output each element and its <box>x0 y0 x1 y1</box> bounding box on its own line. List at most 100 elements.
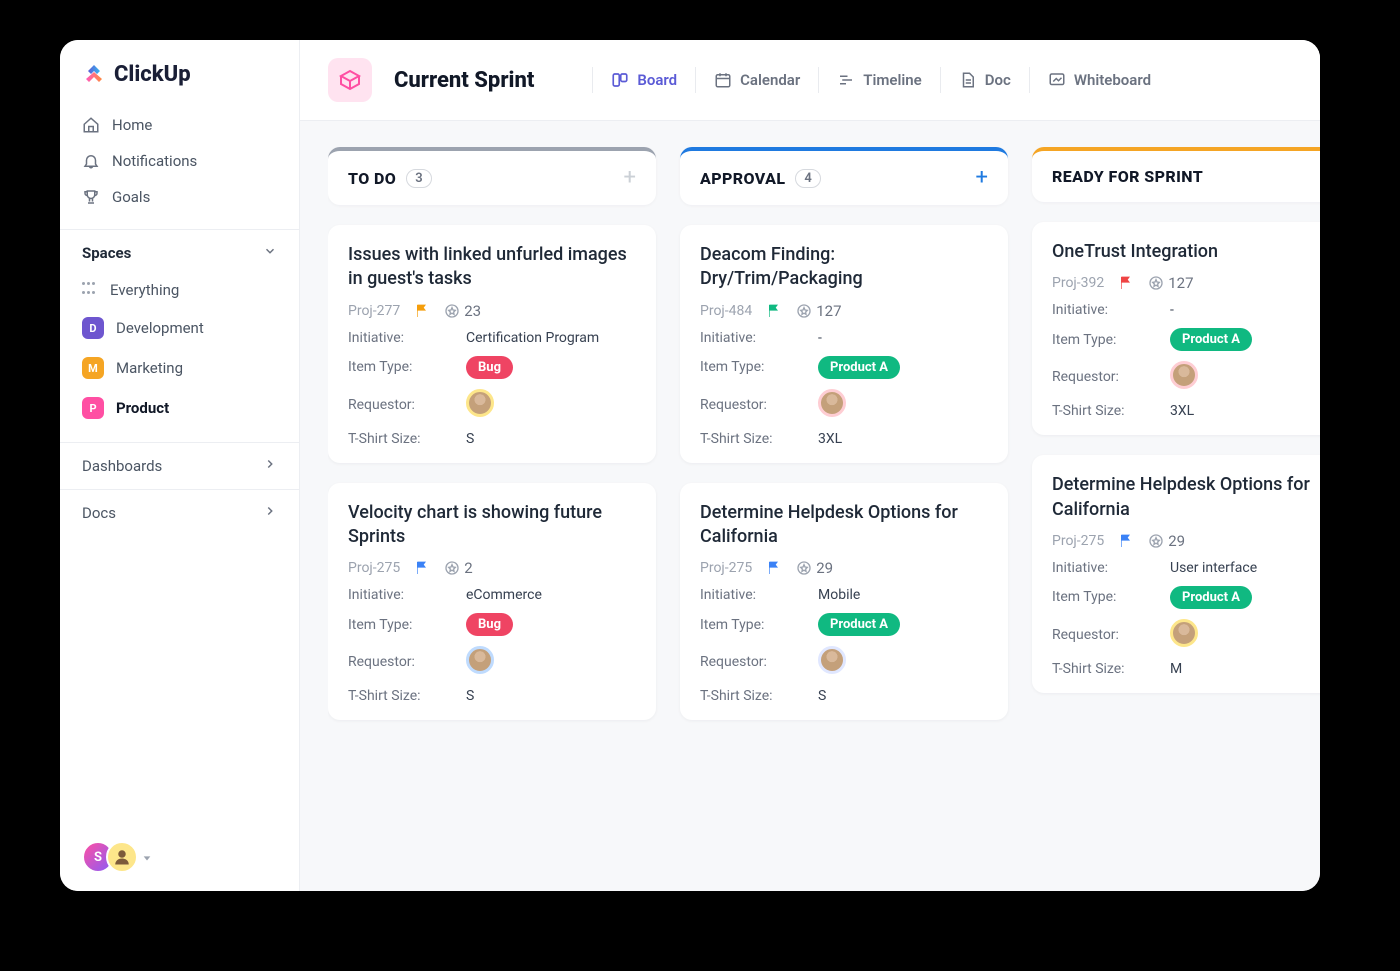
card-title: Deacom Finding: Dry/Trim/Packaging <box>700 243 988 292</box>
nav-label: Notifications <box>112 152 197 170</box>
spaces-list: Everything D DevelopmentM MarketingP Pro… <box>60 268 299 442</box>
view-tabs: Board Calendar Timeline Doc Whiteboard <box>580 65 1157 95</box>
field-label: Requestor: <box>700 397 800 413</box>
spaces-heading-label: Spaces <box>82 244 131 262</box>
initiative-value: User interface <box>1170 560 1257 576</box>
score: 29 <box>796 559 833 577</box>
divider <box>592 67 593 93</box>
field-label: T-Shirt Size: <box>1052 403 1152 419</box>
item-type-tag: Product A <box>1170 586 1252 609</box>
space-item[interactable]: P Product <box>70 388 289 428</box>
add-card-button[interactable]: + <box>976 167 988 189</box>
tshirt-value: S <box>818 688 826 704</box>
section-dashboards[interactable]: Dashboards <box>60 442 299 489</box>
column: TO DO3 + Issues with linked unfurled imag… <box>328 147 656 891</box>
task-card[interactable]: Deacom Finding: Dry/Trim/Packaging Proj-… <box>680 225 1008 463</box>
flag-icon <box>766 560 782 576</box>
spaces-heading[interactable]: Spaces <box>60 229 299 268</box>
view-label: Calendar <box>740 71 800 89</box>
sidebar-footer: S <box>60 823 299 891</box>
score: 23 <box>444 302 481 320</box>
space-label: Marketing <box>116 359 183 377</box>
tshirt-value: M <box>1170 661 1182 677</box>
card-title: Determine Helpdesk Options for Californi… <box>700 501 988 550</box>
column-title: TO DO3 <box>348 169 432 188</box>
flag-icon <box>414 303 430 319</box>
flag-icon <box>1118 275 1134 291</box>
divider <box>940 67 941 93</box>
space-label: Development <box>116 319 204 337</box>
chevron-right-icon <box>263 504 277 522</box>
project-id: Proj-275 <box>348 560 400 576</box>
nav-item-home[interactable]: Home <box>70 107 289 143</box>
initiative-value: Mobile <box>818 587 860 603</box>
column: READY FOR SPRINT OneTrust Integration Pr… <box>1032 147 1320 891</box>
space-label: Product <box>116 399 169 417</box>
nav-item-trophy[interactable]: Goals <box>70 179 289 215</box>
field-label: Item Type: <box>700 359 800 375</box>
doc-icon <box>959 71 977 89</box>
field-label: T-Shirt Size: <box>700 688 800 704</box>
timeline-icon <box>837 71 855 89</box>
task-card[interactable]: OneTrust Integration Proj-392 127 Initia… <box>1032 222 1320 435</box>
page-title: Current Sprint <box>394 68 534 93</box>
whiteboard-icon <box>1048 71 1066 89</box>
item-type-tag: Product A <box>818 613 900 636</box>
view-tab-calendar[interactable]: Calendar <box>708 65 806 95</box>
task-card[interactable]: Velocity chart is showing future Sprints… <box>328 483 656 721</box>
star-icon <box>1148 275 1164 291</box>
divider <box>695 67 696 93</box>
task-card[interactable]: Issues with linked unfurled images in gu… <box>328 225 656 463</box>
initiative-value: eCommerce <box>466 587 542 603</box>
everything-item[interactable]: Everything <box>70 272 289 308</box>
clickup-logo-icon <box>82 63 106 87</box>
initiative-value: - <box>818 330 822 346</box>
view-tab-timeline[interactable]: Timeline <box>831 65 927 95</box>
add-card-button[interactable]: + <box>624 167 636 189</box>
box-icon <box>328 58 372 102</box>
section-docs[interactable]: Docs <box>60 489 299 536</box>
field-label: T-Shirt Size: <box>348 688 448 704</box>
project-id: Proj-484 <box>700 303 752 319</box>
field-label: T-Shirt Size: <box>1052 661 1152 677</box>
section-label: Dashboards <box>82 457 162 475</box>
brand-name: ClickUp <box>114 62 191 87</box>
field-label: Item Type: <box>348 359 448 375</box>
star-icon <box>796 303 812 319</box>
score: 29 <box>1148 532 1185 550</box>
field-label: Item Type: <box>348 617 448 633</box>
app-frame: ClickUp Home Notifications Goals Spaces … <box>60 40 1320 891</box>
star-icon <box>444 303 460 319</box>
view-tab-board[interactable]: Board <box>605 65 683 95</box>
view-label: Timeline <box>863 71 921 89</box>
field-label: Item Type: <box>1052 332 1152 348</box>
project-id: Proj-277 <box>348 303 400 319</box>
tshirt-value: 3XL <box>1170 403 1194 419</box>
nav-item-bell[interactable]: Notifications <box>70 143 289 179</box>
task-card[interactable]: Determine Helpdesk Options for Californi… <box>1032 455 1320 693</box>
chevron-down-icon[interactable] <box>142 848 152 867</box>
column-header: APPROVAL4 + <box>680 147 1008 205</box>
requestor-avatar <box>466 646 494 674</box>
score: 127 <box>796 302 841 320</box>
view-tab-whiteboard[interactable]: Whiteboard <box>1042 65 1157 95</box>
field-label: Initiative: <box>700 330 800 346</box>
field-label: Requestor: <box>1052 627 1152 643</box>
space-badge: M <box>82 357 104 379</box>
view-tab-doc[interactable]: Doc <box>953 65 1017 95</box>
sidebar: ClickUp Home Notifications Goals Spaces … <box>60 40 300 891</box>
field-label: Initiative: <box>348 587 448 603</box>
space-item[interactable]: M Marketing <box>70 348 289 388</box>
divider <box>1029 67 1030 93</box>
field-label: Item Type: <box>700 617 800 633</box>
requestor-avatar <box>818 389 846 417</box>
view-label: Board <box>637 71 677 89</box>
user-avatar[interactable] <box>106 841 138 873</box>
requestor-avatar <box>466 389 494 417</box>
space-item[interactable]: D Development <box>70 308 289 348</box>
flag-icon <box>1118 533 1134 549</box>
column-title: APPROVAL4 <box>700 169 821 188</box>
task-card[interactable]: Determine Helpdesk Options for Californi… <box>680 483 1008 721</box>
nav-label: Goals <box>112 188 150 206</box>
field-label: Requestor: <box>348 397 448 413</box>
